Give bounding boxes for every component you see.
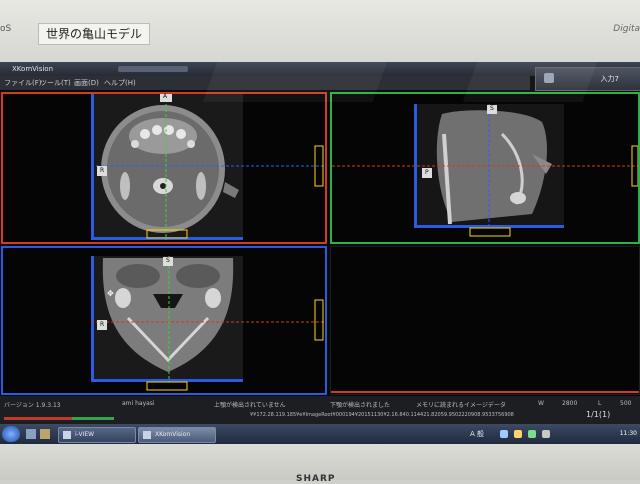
- status-msg-mandible: 下顎が検出されました: [330, 402, 391, 409]
- bezel-brand-left: oS: [0, 24, 12, 34]
- coronal-right-scale: [314, 299, 324, 341]
- image-path: ¥¥172.28.119.185¥e¥ImageRoot¥000194¥2015…: [250, 412, 514, 418]
- ime-indicator[interactable]: A 般: [470, 424, 484, 444]
- window-width-label: W: [538, 400, 544, 407]
- monitor-bezel-top: oS 世界の亀山モデル Digita: [0, 0, 640, 62]
- menu-view[interactable]: 画面(D): [74, 76, 99, 90]
- title-blur: [118, 66, 188, 72]
- status-msg-memory: メモリに読まれるイメージデータ: [416, 402, 506, 409]
- axial-orientation-left: R: [100, 167, 105, 174]
- windows-taskbar: i-VIEW XKomVision A 般 11:30: [0, 424, 640, 444]
- window-level-label: L: [598, 400, 602, 407]
- menu-tools[interactable]: ツール(T): [40, 76, 71, 90]
- viewport-coronal[interactable]: ✥ S R: [1, 246, 327, 395]
- coronal-orientation-left: R: [100, 321, 105, 328]
- tray-icon[interactable]: [500, 430, 508, 438]
- menu-file[interactable]: ファイル(F): [4, 76, 42, 90]
- folder-icon[interactable]: [40, 429, 50, 439]
- status-msg-maxilla: 上顎が検出されていません: [214, 402, 286, 409]
- app-title: XKomVision: [12, 65, 54, 73]
- tool-label: 入力7: [600, 75, 619, 83]
- user-name: ami hayasi: [122, 400, 155, 407]
- monitor-screen: XKomVision ファイル(F) ツール(T) 画面(D) ヘルプ(H) 入…: [0, 62, 640, 444]
- window-level-value[interactable]: 500: [620, 400, 631, 407]
- menu-help[interactable]: ヘルプ(H): [104, 76, 136, 90]
- tray-icon[interactable]: [542, 430, 550, 438]
- sagittal-orientation-left: P: [425, 169, 429, 176]
- task-xkomvision[interactable]: XKomVision: [138, 427, 216, 443]
- progress-green: [72, 417, 114, 420]
- viewport-axial[interactable]: A R: [1, 92, 327, 244]
- coronal-orientation-top: S: [166, 257, 170, 264]
- progress-red: [4, 417, 73, 420]
- bezel-brand-right: Digita: [613, 24, 640, 34]
- quick-launch-icon[interactable]: [26, 429, 36, 439]
- tray-icon[interactable]: [514, 430, 522, 438]
- screen-glare: [462, 62, 598, 102]
- tray-icon[interactable]: [528, 430, 536, 438]
- version-text: バージョン 1.9.3.13: [4, 402, 61, 409]
- screen-glare: [202, 62, 388, 102]
- monitor-maker-logo: SHARP: [296, 474, 336, 484]
- viewport-sagittal[interactable]: S P: [330, 92, 640, 244]
- svg-text:✥: ✥: [107, 289, 114, 298]
- viewport-empty[interactable]: [330, 246, 640, 395]
- bezel-model-label: 世界の亀山モデル: [38, 23, 150, 45]
- task-iview[interactable]: i-VIEW: [58, 427, 136, 443]
- task-iview-label: i-VIEW: [75, 431, 95, 438]
- task-xkomvision-label: XKomVision: [155, 431, 191, 438]
- iview-icon: [63, 431, 71, 439]
- start-button[interactable]: [2, 426, 20, 442]
- taskbar-clock[interactable]: 11:30: [620, 424, 637, 444]
- axial-orientation-top: A: [163, 93, 168, 100]
- step-indicator: 1/1(1): [586, 410, 611, 419]
- coronal-bottom-scale: [146, 381, 188, 391]
- window-width-value[interactable]: 2800: [562, 400, 577, 407]
- sagittal-orientation-top: S: [490, 105, 494, 112]
- sagittal-bottom-scale: [469, 227, 511, 237]
- xkomvision-icon: [143, 431, 151, 439]
- status-bar: バージョン 1.9.3.13 ami hayasi 上顎が検出されていません 下…: [0, 396, 640, 424]
- progress-track: [4, 417, 114, 420]
